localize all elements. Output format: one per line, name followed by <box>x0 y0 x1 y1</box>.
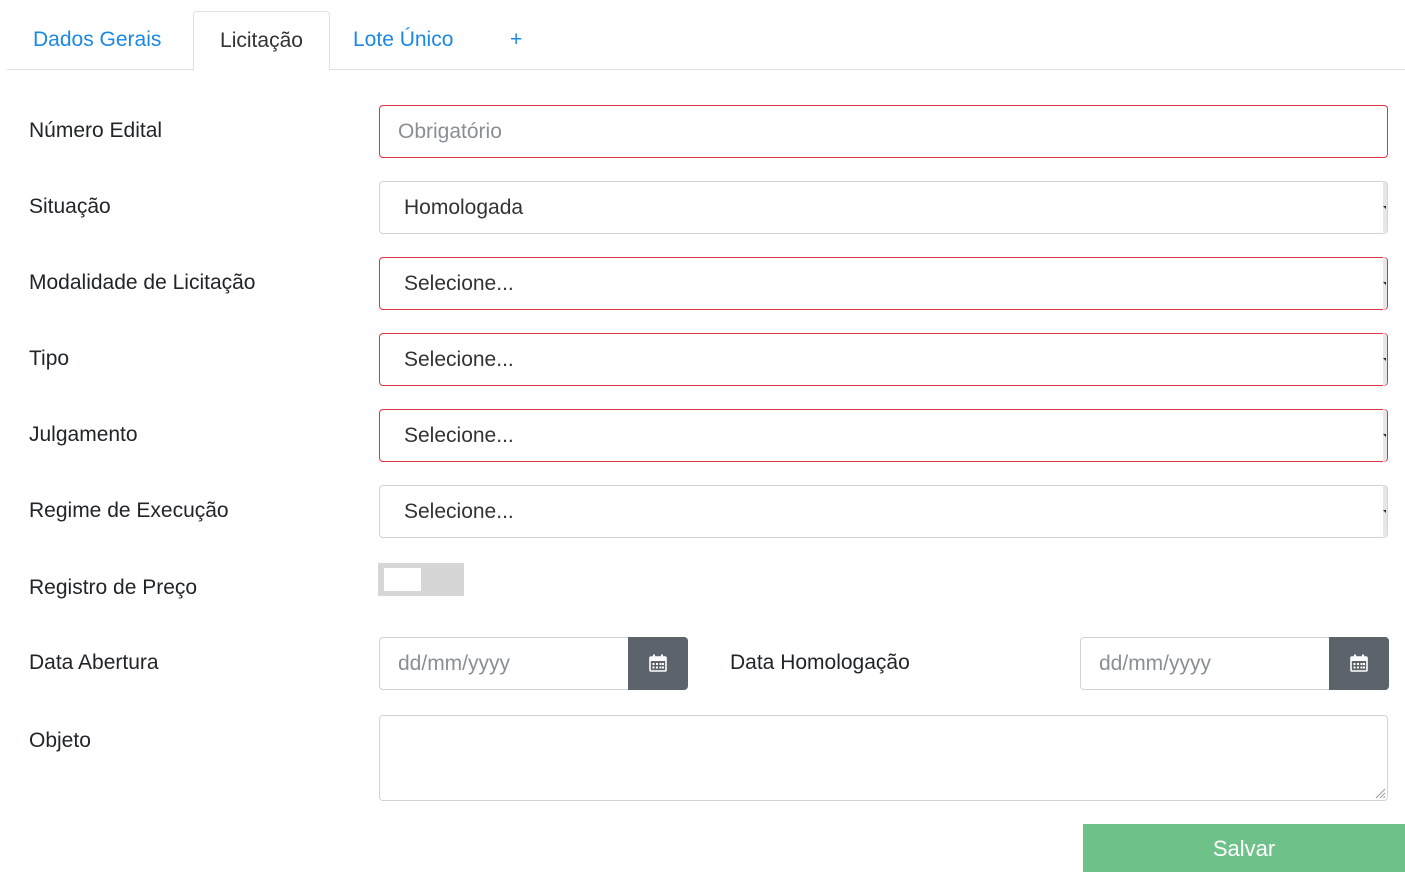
data-abertura-label: Data Abertura <box>29 651 159 674</box>
registro-preco-toggle[interactable] <box>378 563 464 596</box>
resize-grip-icon[interactable] <box>1374 787 1386 799</box>
tipo-select[interactable]: Selecione... <box>379 333 1388 386</box>
data-abertura-input[interactable] <box>379 637 628 690</box>
chevron-down-icon <box>1383 181 1387 234</box>
registro-preco-label: Registro de Preço <box>29 576 198 599</box>
toggle-knob <box>384 568 421 591</box>
julgamento-value: Selecione... <box>404 424 514 447</box>
regime-select[interactable]: Selecione... <box>379 485 1388 538</box>
tab-add[interactable]: + <box>510 11 522 70</box>
numero-edital-input[interactable] <box>379 105 1388 158</box>
modalidade-label: Modalidade de Licitação <box>29 271 256 294</box>
objeto-textarea[interactable] <box>379 715 1388 801</box>
julgamento-select[interactable]: Selecione... <box>379 409 1388 462</box>
chevron-down-icon <box>1383 409 1387 462</box>
modalidade-value: Selecione... <box>404 272 514 295</box>
situacao-value: Homologada <box>404 196 524 219</box>
chevron-down-icon <box>1383 485 1387 538</box>
tab-lote-unico[interactable]: Lote Único <box>353 11 453 70</box>
numero-edital-label: Número Edital <box>29 119 163 142</box>
data-abertura-calendar-button[interactable] <box>628 637 688 690</box>
objeto-label: Objeto <box>29 729 91 752</box>
save-button[interactable]: Salvar <box>1083 824 1405 872</box>
data-homologacao-input[interactable] <box>1080 637 1329 690</box>
tab-bar: Dados Gerais Licitação Lote Único + <box>7 11 1405 71</box>
tipo-value: Selecione... <box>404 348 514 371</box>
calendar-icon <box>1350 654 1368 672</box>
julgamento-label: Julgamento <box>29 423 138 446</box>
data-homologacao-label: Data Homologação <box>730 651 910 674</box>
regime-label: Regime de Execução <box>29 499 229 522</box>
situacao-select[interactable]: Homologada <box>379 181 1388 234</box>
calendar-icon <box>649 654 667 672</box>
chevron-down-icon <box>1383 257 1387 310</box>
tab-licitacao[interactable]: Licitação <box>193 11 330 71</box>
chevron-down-icon <box>1383 333 1387 386</box>
tipo-label: Tipo <box>29 347 70 370</box>
data-homologacao-calendar-button[interactable] <box>1329 637 1389 690</box>
situacao-label: Situação <box>29 195 111 218</box>
regime-value: Selecione... <box>404 500 514 523</box>
modalidade-select[interactable]: Selecione... <box>379 257 1388 310</box>
tab-dados-gerais[interactable]: Dados Gerais <box>33 11 161 70</box>
